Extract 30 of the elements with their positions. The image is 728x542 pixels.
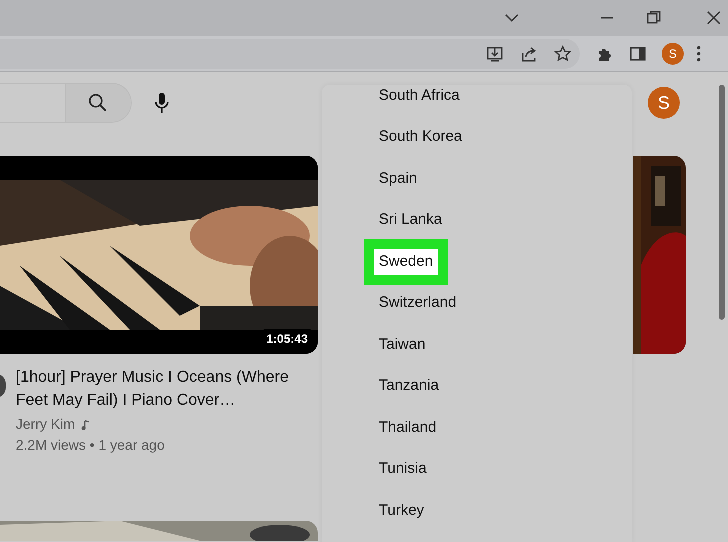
microphone-icon <box>154 92 170 114</box>
search-field[interactable] <box>0 83 132 123</box>
video-metadata: 2.2M views • 1 year ago <box>16 436 166 455</box>
channel-name[interactable]: Jerry Kim <box>16 414 76 435</box>
star-icon[interactable] <box>554 44 572 62</box>
country-option[interactable]: Spain <box>379 168 418 190</box>
country-option[interactable]: Sweden <box>364 238 448 285</box>
video-thumbnail[interactable]: 1:05:43 <box>0 156 318 354</box>
country-option[interactable]: Thailand <box>379 416 437 439</box>
country-option[interactable]: Switzerland <box>379 292 457 314</box>
close-icon[interactable] <box>705 9 723 27</box>
search-icon <box>88 93 108 113</box>
country-option[interactable]: Sri Lanka <box>379 209 442 232</box>
country-option[interactable]: Taiwan <box>379 334 426 356</box>
country-option[interactable]: South Africa <box>379 85 460 107</box>
install-icon[interactable] <box>486 44 504 62</box>
menu-icon[interactable] <box>697 46 701 62</box>
country-option[interactable]: Turkey <box>379 500 424 522</box>
account-avatar[interactable]: S <box>648 87 680 119</box>
microphone-button[interactable] <box>154 91 170 115</box>
share-icon[interactable] <box>520 44 538 62</box>
music-note-icon <box>81 418 92 430</box>
scrollbar[interactable] <box>719 85 725 320</box>
profile-button[interactable]: S <box>662 42 684 64</box>
country-option[interactable]: South Korea <box>379 126 462 148</box>
video-title[interactable]: [1hour] Prayer Music I Oceans (Where Feet May Fail) I Piano Cover… <box>16 366 298 412</box>
side-panel-icon[interactable] <box>629 44 647 62</box>
search-button[interactable] <box>66 84 131 122</box>
country-option[interactable]: Tanzania <box>379 375 440 398</box>
country-option[interactable]: Tunisia <box>379 458 427 480</box>
